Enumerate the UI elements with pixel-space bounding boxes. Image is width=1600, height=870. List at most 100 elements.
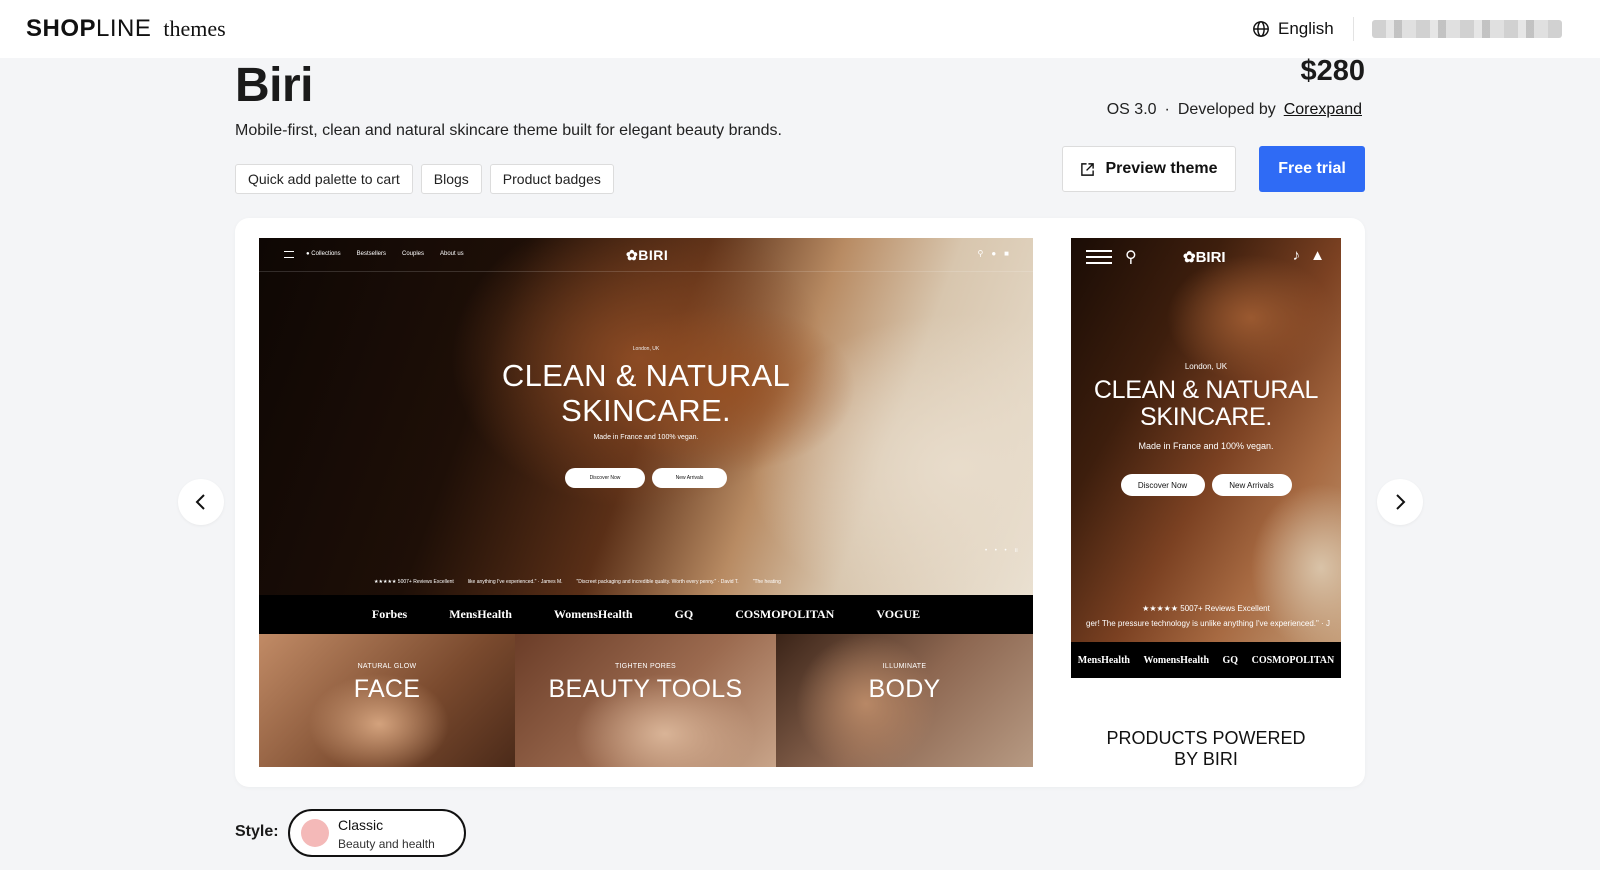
mobile-headline-line-2: SKINCARE. xyxy=(1139,403,1273,431)
developer-link[interactable]: Corexpand xyxy=(1284,101,1362,119)
preview-arrivals-button: New Arrivals xyxy=(652,468,727,488)
menu-icon xyxy=(1086,250,1112,264)
account-menu[interactable] xyxy=(1372,20,1562,38)
category-tile-label: NATURAL GLOW xyxy=(357,663,417,670)
preview-nav-icons: ⚲ ● ■ xyxy=(977,249,1009,258)
mobile-hero-photo xyxy=(1071,238,1341,642)
feature-tag: Product badges xyxy=(489,164,614,194)
desktop-preview-image: ● Collections Bestsellers Couples About … xyxy=(259,238,1033,767)
style-name: Classic xyxy=(338,817,384,833)
preview-nav-link: Couples xyxy=(401,251,424,257)
carousel-next-button[interactable] xyxy=(1377,479,1423,525)
mobile-preview-nav: ⚲ ✿BIRI ♪ ▲ xyxy=(1071,238,1341,280)
preview-logo: ✿BIRI xyxy=(626,247,669,263)
preview-discover-button: Discover Now xyxy=(565,468,645,488)
mobile-press-logos: MensHealth WomensHealth GQ COSMOPOLITAN xyxy=(1071,642,1341,678)
category-tile: TIGHTEN PORES BEAUTY TOOLS xyxy=(515,634,776,767)
mobile-preview-subline: Made in France and 100% vegan. xyxy=(1138,441,1274,451)
feature-tags: Quick add palette to cart Blogs Product … xyxy=(235,164,614,194)
feature-tag: Quick add palette to cart xyxy=(235,164,413,194)
press-logo: COSMOPOLITAN xyxy=(735,607,835,621)
preview-nav-link: About us xyxy=(440,251,464,257)
language-selector[interactable]: English xyxy=(1252,19,1334,39)
shopline-themes-logo[interactable]: SHOPLINE themes xyxy=(26,15,226,43)
bag-icon: ▲ xyxy=(1310,247,1325,264)
category-tiles: NATURAL GLOW FACE TIGHTEN PORES BEAUTY T… xyxy=(259,634,1033,767)
mobile-preview-icons: ♪ ▲ xyxy=(1293,247,1325,264)
carousel-prev-button[interactable] xyxy=(178,479,224,525)
preview-subline: Made in France and 100% vegan. xyxy=(593,434,699,441)
language-label: English xyxy=(1278,19,1334,38)
style-label: Style: xyxy=(235,823,279,840)
style-swatch xyxy=(301,819,329,847)
theme-price: $280 xyxy=(1300,55,1365,87)
products-heading-line-1: PRODUCTS POWERED xyxy=(1106,728,1306,748)
top-bar: SHOPLINE themes English xyxy=(0,0,1600,58)
category-tile-title: BODY xyxy=(868,675,941,703)
press-logo: MensHealth xyxy=(1077,654,1130,666)
preview-headline: CLEAN & NATURAL SKINCARE. xyxy=(259,358,1033,428)
preview-nav-link: Bestsellers xyxy=(356,251,386,257)
preview-nav-link: ● Collections xyxy=(306,251,341,257)
chevron-left-icon xyxy=(195,494,205,510)
chevron-right-icon xyxy=(1396,494,1406,510)
preview-theme-label: Preview theme xyxy=(1105,160,1218,177)
search-icon: ⚲ xyxy=(977,249,984,258)
preview-headline-line-2: SKINCARE. xyxy=(561,393,731,428)
mobile-headline-line-1: CLEAN & NATURAL xyxy=(1093,376,1319,404)
preview-location: London, UK xyxy=(632,346,660,352)
category-tile-title: BEAUTY TOOLS xyxy=(548,675,743,703)
category-tile: ILLUMINATE BODY xyxy=(776,634,1033,767)
mobile-preview-location: London, UK xyxy=(1184,362,1228,371)
theme-description: Mobile-first, clean and natural skincare… xyxy=(235,122,782,139)
mobile-quote: ger! The pressure technology is unlike a… xyxy=(1086,619,1330,628)
category-tile-label: TIGHTEN PORES xyxy=(614,663,677,670)
preview-reviews: ★★★★★ 5007+ Reviews Excellent xyxy=(374,579,454,585)
products-heading: PRODUCTS POWERED BY BIRI xyxy=(1071,728,1341,767)
free-trial-button[interactable]: Free trial xyxy=(1259,146,1365,192)
preview-quote: "The heating xyxy=(752,579,781,585)
category-tile-title: FACE xyxy=(353,675,421,703)
feature-tag: Blogs xyxy=(420,164,482,194)
preview-headline-line-1: CLEAN & NATURAL xyxy=(501,358,791,393)
meta-separator: · xyxy=(1164,101,1170,118)
brand-subtitle: themes xyxy=(163,16,226,41)
mobile-preview-image: ⚲ ✿BIRI ♪ ▲ London, UK CLEAN & NATURAL S… xyxy=(1071,238,1341,767)
mobile-discover-button: Discover Now xyxy=(1120,474,1205,496)
mobile-cta-group: Discover Now New Arrivals xyxy=(1071,474,1341,496)
press-logo: GQ xyxy=(674,607,694,621)
preview-cta-group: Discover Now New Arrivals xyxy=(259,468,1033,488)
mobile-reviews: ★★★★★ 5007+ Reviews Excellent xyxy=(1142,604,1270,613)
style-option-classic[interactable]: Classic Beauty and health xyxy=(288,809,466,857)
brand-wordmark: SHOPLINE xyxy=(26,15,152,42)
mobile-arrivals-button: New Arrivals xyxy=(1211,474,1292,496)
products-heading-line-2: BY BIRI xyxy=(1174,749,1238,767)
topbar-divider xyxy=(1353,17,1354,41)
press-logo: MensHealth xyxy=(449,607,512,621)
press-logo: WomensHealth xyxy=(553,607,633,621)
press-logo: VOGUE xyxy=(876,607,921,621)
preview-theme-button[interactable]: Preview theme xyxy=(1062,146,1236,192)
menu-icon xyxy=(284,251,294,258)
category-tile-label: ILLUMINATE xyxy=(882,663,927,670)
preview-reviews-strip: ★★★★★ 5007+ Reviews Excellent like anyth… xyxy=(374,579,781,585)
preview-nav-links: ● Collections Bestsellers Couples About … xyxy=(306,251,464,257)
mobile-preview-logo: ✿BIRI xyxy=(1183,249,1226,266)
press-logo: COSMOPOLITAN xyxy=(1251,654,1335,666)
developed-by-label: Developed by xyxy=(1177,101,1276,118)
user-icon: ● xyxy=(991,249,997,258)
category-tile: NATURAL GLOW FACE xyxy=(259,634,515,767)
press-logo: Forbes xyxy=(371,607,408,621)
globe-icon xyxy=(1253,21,1269,37)
search-icon: ⚲ xyxy=(1125,249,1137,266)
press-logo: WomensHealth xyxy=(1143,654,1210,666)
theme-meta: OS 3.0 · Developed by Corexpand xyxy=(1107,101,1362,119)
bag-icon: ■ xyxy=(1004,249,1009,258)
os-version: OS 3.0 xyxy=(1106,101,1157,118)
preview-quote: "Discreet packaging and incredible quali… xyxy=(576,579,739,585)
style-description: Beauty and health xyxy=(338,837,435,851)
slide-dots: • • • ॥ xyxy=(985,548,1021,554)
mobile-preview-headline: CLEAN & NATURAL SKINCARE. xyxy=(1071,377,1341,431)
preview-nav: ● Collections Bestsellers Couples About … xyxy=(259,238,1033,272)
press-logo: GQ xyxy=(1222,654,1239,666)
